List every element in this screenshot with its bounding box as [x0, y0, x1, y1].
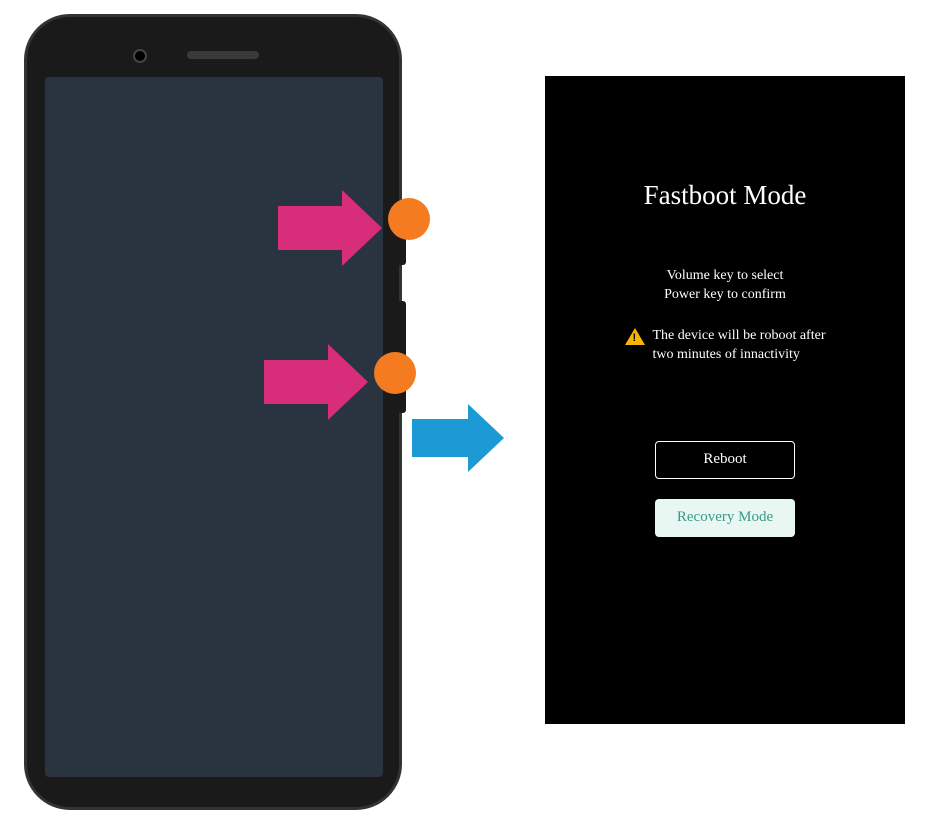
- warning-line: The device will be roboot after: [653, 327, 826, 346]
- warning-text: The device will be roboot after two minu…: [653, 327, 826, 365]
- recovery-mode-button[interactable]: Recovery Mode: [655, 499, 795, 537]
- press-marker-icon: [374, 352, 416, 394]
- phone-screen-off: [45, 77, 383, 777]
- reboot-button[interactable]: Reboot: [655, 441, 795, 479]
- instruction-line: Power key to confirm: [664, 286, 786, 305]
- warning-line: two minutes of innactivity: [653, 346, 826, 365]
- fastboot-instructions: Volume key to select Power key to confir…: [664, 267, 786, 305]
- instruction-line: Volume key to select: [664, 267, 786, 286]
- transition-arrow-icon: [412, 404, 504, 472]
- press-arrow-icon: [264, 344, 368, 420]
- phone-front-camera: [133, 49, 147, 63]
- press-marker-icon: [388, 198, 430, 240]
- warning-icon: [625, 328, 645, 345]
- fastboot-title: Fastboot Mode: [644, 180, 807, 211]
- fastboot-screen: Fastboot Mode Volume key to select Power…: [545, 76, 905, 724]
- phone-speaker: [187, 51, 259, 59]
- press-arrow-icon: [278, 190, 382, 266]
- fastboot-warning: The device will be roboot after two minu…: [625, 327, 826, 365]
